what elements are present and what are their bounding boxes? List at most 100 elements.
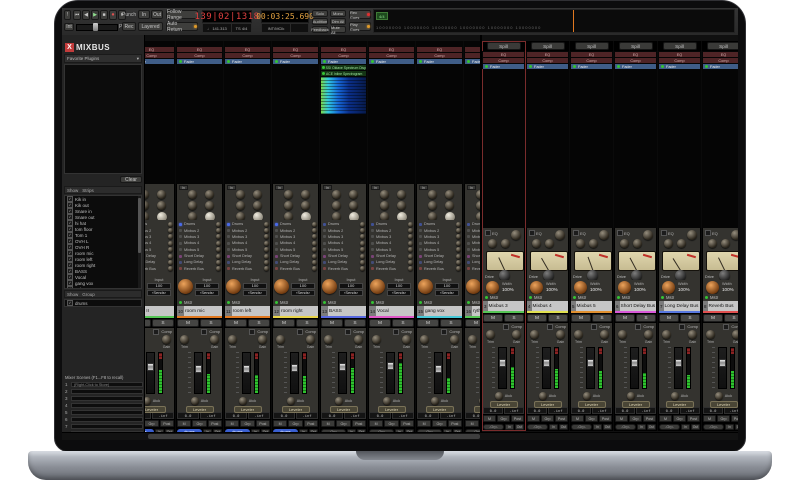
processor-fader[interactable]: Fader xyxy=(177,59,222,64)
spill-button[interactable]: Spill xyxy=(619,42,653,50)
eq-knob[interactable] xyxy=(188,201,197,210)
trim-knob[interactable] xyxy=(662,330,671,339)
trim-knob[interactable] xyxy=(618,330,627,339)
pan-width-value[interactable]: 100 xyxy=(435,283,459,289)
send-level-knob[interactable] xyxy=(408,254,413,259)
processor-box[interactable]: EQCompFader xyxy=(176,41,223,184)
fader-handle[interactable] xyxy=(147,363,154,371)
gain-readout[interactable]: 0.0 xyxy=(659,407,679,414)
footer-in-button[interactable]: In xyxy=(549,424,558,430)
eq-knob[interactable] xyxy=(236,190,245,199)
processor-fader[interactable]: Fader xyxy=(527,64,568,69)
processor-fader[interactable]: Fader xyxy=(465,59,480,64)
processor-comp[interactable]: Comp xyxy=(527,58,568,63)
footer-button-grp[interactable]: Grp xyxy=(432,420,446,427)
send-level-knob[interactable] xyxy=(168,241,173,246)
footer-out-button[interactable]: Out xyxy=(603,424,612,430)
footer-button-post[interactable]: Post xyxy=(643,415,656,422)
bus-eq-knob[interactable] xyxy=(589,239,598,248)
bus-eq-knob[interactable] xyxy=(677,239,686,248)
play-cues-button[interactable]: Play Cues xyxy=(349,22,371,31)
processor-eq[interactable]: EQ xyxy=(465,47,480,52)
bus-eq-knob[interactable] xyxy=(555,230,565,240)
rec-cues-button[interactable]: Rec Cues xyxy=(349,10,371,19)
send-level-knob[interactable] xyxy=(456,247,461,252)
pan-knob[interactable] xyxy=(178,279,193,294)
gain-knob[interactable] xyxy=(600,330,609,339)
footer-button-m[interactable]: M xyxy=(465,420,479,427)
send-level-knob[interactable] xyxy=(408,260,413,265)
scene-name-box[interactable] xyxy=(71,389,143,394)
peak-readout[interactable]: -inf xyxy=(724,407,738,414)
comp-checkbox[interactable] xyxy=(249,329,255,335)
bus-eq-knob[interactable] xyxy=(488,239,497,248)
gain-readout[interactable]: 0.0 xyxy=(571,407,591,414)
processor-eq[interactable]: EQ xyxy=(483,52,524,57)
processor-fader[interactable]: Fader xyxy=(703,64,738,69)
send-reverb-bus[interactable]: Reverb Bus xyxy=(370,266,413,272)
shuttle-slider[interactable] xyxy=(76,24,118,31)
solo-button[interactable]: S xyxy=(440,319,462,327)
send-level-knob[interactable] xyxy=(360,254,365,259)
solo-button[interactable]: Solo xyxy=(312,10,328,17)
eq-knob[interactable] xyxy=(236,201,245,210)
gain-readout[interactable]: 0.0 xyxy=(465,412,480,419)
peak-readout[interactable]: -inf xyxy=(504,407,524,414)
leveler-button[interactable]: Leveler xyxy=(578,401,606,408)
bus-eq-knob[interactable] xyxy=(511,230,521,240)
attack-knob[interactable] xyxy=(335,397,343,405)
gain-knob[interactable] xyxy=(354,335,363,344)
gain-readout[interactable]: 0.0 xyxy=(177,412,199,419)
send-reverb-bus[interactable]: Reverb Bus xyxy=(418,266,461,272)
gain-readout[interactable]: 0.0 xyxy=(321,412,343,419)
mute-button[interactable]: M xyxy=(703,314,723,322)
mute-button[interactable]: M xyxy=(465,319,480,327)
strip-name[interactable]: BASS xyxy=(328,306,366,316)
solo-button[interactable]: S xyxy=(200,319,222,327)
send-level-knob[interactable] xyxy=(216,266,221,271)
send-level-knob[interactable] xyxy=(408,247,413,252)
footer-button-post[interactable]: Post xyxy=(352,420,366,427)
fader-track[interactable] xyxy=(146,352,155,394)
meter-display[interactable]: TS 4/4 xyxy=(231,23,252,33)
footer-button-grp[interactable]: Grp xyxy=(288,420,302,427)
send-level-knob[interactable] xyxy=(312,266,317,271)
eq-checkbox[interactable] xyxy=(485,230,491,236)
gain-knob[interactable] xyxy=(556,330,565,339)
mixer-scene-slot-1[interactable]: 1(Right-Click to Store) xyxy=(62,381,145,388)
footer-button-post[interactable]: Post xyxy=(555,415,568,422)
bus-pan-knob[interactable] xyxy=(530,281,543,294)
gain-knob[interactable] xyxy=(402,335,411,344)
eq-knob[interactable] xyxy=(253,190,262,199)
width-value[interactable]: 100% xyxy=(678,287,690,292)
send-level-knob[interactable] xyxy=(456,254,461,259)
send-level-knob[interactable] xyxy=(360,228,365,233)
gain-knob[interactable] xyxy=(162,335,171,344)
mute-button[interactable]: M xyxy=(321,319,343,327)
mixer-scene-slot-6[interactable]: 6 xyxy=(62,416,145,423)
trim-knob[interactable] xyxy=(372,335,381,344)
processor-comp[interactable]: Comp xyxy=(465,53,480,58)
sends-button[interactable]: ‹Sends› xyxy=(387,290,411,296)
send-level-knob[interactable] xyxy=(408,266,413,271)
channel-strip-ovh-ii[interactable]: EQCompFaderInDrumsMixbus 2Mixbus 3Mixbus… xyxy=(145,41,176,436)
bus-strip-reverb-bus[interactable]: SpillEQCompFaderEQDriveWidth100%Mstr8Rev… xyxy=(702,41,738,431)
audition-button[interactable]: Audition xyxy=(312,18,328,25)
processor-comp[interactable]: Comp xyxy=(483,58,524,63)
send-reverb-bus[interactable]: Reverb Bus xyxy=(322,266,365,272)
leveler-button[interactable]: Leveler xyxy=(186,406,214,413)
footer-in-button[interactable]: In xyxy=(505,424,514,430)
send-level-knob[interactable] xyxy=(312,222,317,227)
footer-button-post[interactable]: Post xyxy=(511,415,524,422)
eq-knob[interactable] xyxy=(284,190,293,199)
processor-box[interactable]: EQCompFader xyxy=(368,41,415,184)
eq-knob[interactable] xyxy=(253,201,262,210)
trim-knob[interactable] xyxy=(420,335,429,344)
fader-track[interactable] xyxy=(242,352,251,394)
leveler-button[interactable]: Leveler xyxy=(378,406,406,413)
processor-fader[interactable]: Fader xyxy=(273,59,318,64)
eq-knob[interactable] xyxy=(428,201,437,210)
send-level-knob[interactable] xyxy=(456,228,461,233)
strip-name[interactable]: Vocal xyxy=(376,306,414,316)
send-level-knob[interactable] xyxy=(456,260,461,265)
